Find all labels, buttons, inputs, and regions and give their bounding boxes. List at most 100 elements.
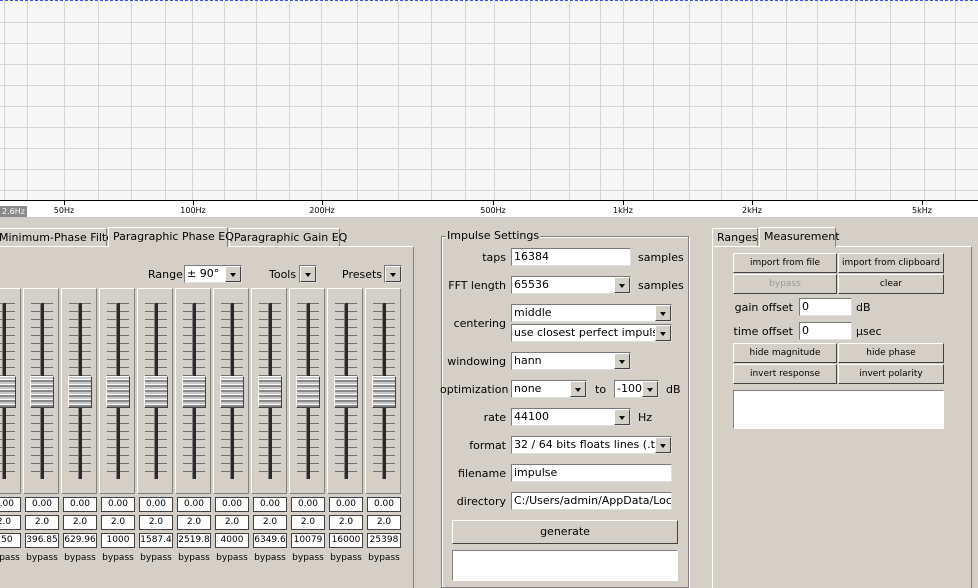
hide-magnitude-button[interactable]: hide magnitude — [733, 343, 837, 363]
eq-band-bypass-toggle[interactable]: bypass — [100, 551, 136, 565]
eq-band-slider[interactable] — [61, 288, 97, 494]
eq-band-freq-field[interactable]: 25398 — [367, 533, 401, 548]
frequency-graph[interactable] — [0, 0, 978, 200]
eq-band-gain-field[interactable]: 0.00 — [215, 497, 249, 512]
eq-band-bypass-toggle[interactable]: bypass — [176, 551, 212, 565]
slider-knob[interactable] — [296, 376, 320, 408]
directory-input[interactable]: C:/Users/admin/AppData/Local/Te — [511, 492, 672, 510]
slider-knob[interactable] — [106, 376, 130, 408]
eq-band-freq-field[interactable]: 250 — [0, 533, 21, 548]
time-offset-input[interactable]: 0 — [799, 322, 852, 340]
format-dropdown[interactable]: 32 / 64 bits floats lines (.txt) — [511, 436, 672, 454]
eq-band-q-field[interactable]: 2.0 — [0, 515, 21, 530]
eq-band-gain-field[interactable]: 0.00 — [25, 497, 59, 512]
eq-band-slider[interactable] — [23, 288, 59, 494]
centering-dropdown[interactable]: middle — [511, 304, 672, 322]
clear-measurement-button[interactable]: clear — [838, 274, 944, 294]
generate-button[interactable]: generate — [452, 520, 678, 544]
eq-band-slider[interactable] — [251, 288, 287, 494]
eq-band-gain-field[interactable]: 0.00 — [0, 497, 21, 512]
eq-band-gain-field[interactable]: 0.00 — [177, 497, 211, 512]
import-from-file-button[interactable]: import from file — [733, 253, 837, 273]
slider-knob[interactable] — [220, 376, 244, 408]
taps-input[interactable]: 16384 — [511, 248, 631, 266]
eq-band-bypass-toggle[interactable]: bypass — [290, 551, 326, 565]
eq-band-gain-field[interactable]: 0.00 — [63, 497, 97, 512]
eq-band-slider[interactable] — [289, 288, 325, 494]
eq-band-slider[interactable] — [99, 288, 135, 494]
eq-band-freq-field[interactable]: 4000 — [215, 533, 249, 548]
slider-knob[interactable] — [0, 376, 16, 408]
eq-band-gain-field[interactable]: 0.00 — [291, 497, 325, 512]
optimization-dropdown[interactable]: none — [511, 380, 587, 398]
slider-knob[interactable] — [372, 376, 396, 408]
eq-band-bypass-toggle[interactable]: bypass — [138, 551, 174, 565]
slider-knob[interactable] — [182, 376, 206, 408]
eq-band-slider[interactable] — [213, 288, 249, 494]
eq-band-freq-field[interactable]: 10079 — [291, 533, 325, 548]
invert-polarity-button[interactable]: invert polarity — [838, 364, 944, 384]
slider-knob[interactable] — [144, 376, 168, 408]
tab-ranges[interactable]: Ranges — [712, 228, 758, 247]
eq-band-bypass-toggle[interactable]: bypass — [328, 551, 364, 565]
eq-band-freq-field[interactable]: 2519.8 — [177, 533, 211, 548]
axis-tick-label: 50Hz — [53, 206, 75, 215]
eq-band-q-field[interactable]: 2.0 — [139, 515, 173, 530]
eq-band-q-field[interactable]: 2.0 — [63, 515, 97, 530]
eq-band-slider[interactable] — [0, 288, 21, 494]
eq-band-bypass-toggle[interactable]: bypass — [24, 551, 60, 565]
hide-phase-button[interactable]: hide phase — [838, 343, 944, 363]
gain-offset-input[interactable]: 0 — [799, 298, 852, 316]
eq-band-bypass-toggle[interactable]: bypass — [366, 551, 402, 565]
slider-knob[interactable] — [258, 376, 282, 408]
tab-paragraphic-gain-eq[interactable]: Paragraphic Gain EQ — [229, 228, 347, 247]
grid-line — [321, 1, 322, 200]
import-from-clipboard-button[interactable]: import from clipboard — [838, 253, 944, 273]
eq-band-q-field[interactable]: 2.0 — [367, 515, 401, 530]
eq-band-q-field[interactable]: 2.0 — [291, 515, 325, 530]
eq-band-freq-field[interactable]: 396.85 — [25, 533, 59, 548]
filename-input[interactable]: impulse — [511, 464, 672, 482]
eq-band-gain-field[interactable]: 0.00 — [329, 497, 363, 512]
eq-band-q-field[interactable]: 2.0 — [329, 515, 363, 530]
eq-band-freq-field[interactable]: 629.96 — [63, 533, 97, 548]
centering-mode-dropdown[interactable]: use closest perfect impulse — [511, 324, 672, 342]
eq-band-q-field[interactable]: 2.0 — [101, 515, 135, 530]
fft-length-dropdown[interactable]: 65536 — [511, 276, 631, 294]
slider-knob[interactable] — [30, 376, 54, 408]
invert-response-button[interactable]: invert response — [733, 364, 837, 384]
tab-paragraphic-phase-eq[interactable]: Paragraphic Phase EQ — [108, 227, 234, 247]
eq-band-slider[interactable] — [327, 288, 363, 494]
optimization-db-dropdown[interactable]: -100 — [614, 380, 659, 398]
eq-band-q-field[interactable]: 2.0 — [215, 515, 249, 530]
eq-band-slider[interactable] — [137, 288, 173, 494]
range-dropdown[interactable]: ± 90° — [184, 265, 242, 283]
eq-band-bypass-toggle[interactable]: bypass — [214, 551, 250, 565]
slider-knob[interactable] — [68, 376, 92, 408]
eq-band-bypass-toggle[interactable]: bypass — [62, 551, 98, 565]
tools-dropdown[interactable] — [299, 265, 317, 283]
tab-minimum-phase-filters[interactable]: Minimum-Phase Filters — [0, 228, 123, 247]
centering-value: middle — [514, 306, 552, 319]
eq-band-gain-field[interactable]: 0.00 — [139, 497, 173, 512]
bypass-measurement-button[interactable]: bypass — [733, 274, 837, 294]
eq-band-gain-field[interactable]: 0.00 — [253, 497, 287, 512]
eq-band-gain-field[interactable]: 0.00 — [367, 497, 401, 512]
eq-band-freq-field[interactable]: 1000 — [101, 533, 135, 548]
eq-band-freq-field[interactable]: 16000 — [329, 533, 363, 548]
eq-band-slider[interactable] — [175, 288, 211, 494]
windowing-dropdown[interactable]: hann — [511, 352, 631, 370]
eq-band-freq-field[interactable]: 1587.4 — [139, 533, 173, 548]
eq-band-bypass-toggle[interactable]: bypass — [0, 551, 22, 565]
eq-band-bypass-toggle[interactable]: bypass — [252, 551, 288, 565]
presets-dropdown[interactable] — [384, 265, 402, 283]
eq-band-slider[interactable] — [365, 288, 401, 494]
tab-measurement[interactable]: Measurement — [759, 227, 840, 247]
eq-band-freq-field[interactable]: 6349.6 — [253, 533, 287, 548]
eq-band-q-field[interactable]: 2.0 — [25, 515, 59, 530]
eq-band-q-field[interactable]: 2.0 — [253, 515, 287, 530]
rate-dropdown[interactable]: 44100 — [511, 408, 631, 426]
eq-band-gain-field[interactable]: 0.00 — [101, 497, 135, 512]
slider-knob[interactable] — [334, 376, 358, 408]
eq-band-q-field[interactable]: 2.0 — [177, 515, 211, 530]
